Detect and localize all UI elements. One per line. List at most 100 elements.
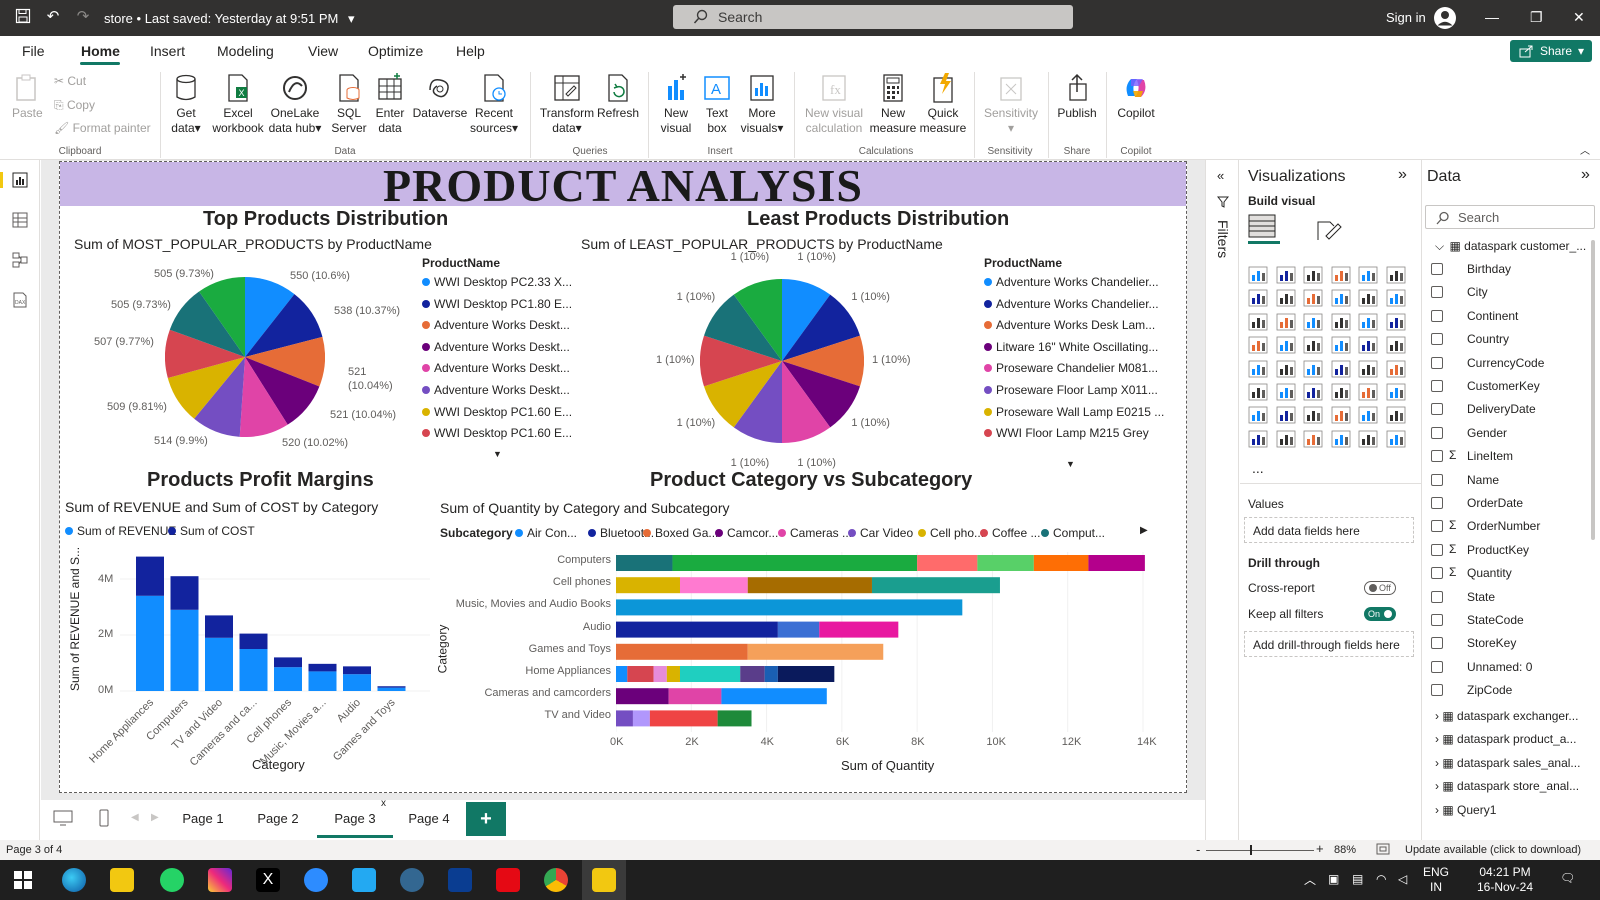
- legend-scroll-down-icon[interactable]: ▼: [493, 449, 502, 459]
- bar-segment[interactable]: [740, 666, 765, 682]
- visual-type-icon[interactable]: [1248, 430, 1268, 448]
- close-tab-icon[interactable]: x: [381, 798, 386, 809]
- field-checkbox[interactable]: [1431, 660, 1443, 673]
- values-field-well[interactable]: Add data fields here: [1244, 517, 1414, 543]
- report-view-icon[interactable]: [0, 172, 28, 188]
- visual-type-icon[interactable]: [1386, 266, 1406, 284]
- get-data-button[interactable]: Get data▾: [166, 72, 206, 136]
- legend-item[interactable]: Adventure Works Deskt...: [422, 383, 570, 397]
- bar-segment[interactable]: [747, 577, 872, 594]
- field-checkbox[interactable]: [1431, 380, 1443, 392]
- legend-item[interactable]: Comput...: [1041, 526, 1105, 540]
- field-checkbox[interactable]: [1431, 333, 1443, 346]
- visual-type-icon[interactable]: [1276, 383, 1296, 401]
- field-item[interactable]: Σ LineItem: [1431, 448, 1513, 463]
- bar-segment[interactable]: [666, 666, 680, 682]
- x-twitter-icon[interactable]: X: [256, 868, 280, 892]
- zoom-out-icon[interactable]: -: [1196, 842, 1200, 857]
- text-box-button[interactable]: A Text box: [698, 72, 736, 136]
- language-indicator[interactable]: ENG IN: [1420, 865, 1452, 895]
- zoom-in-icon[interactable]: +: [1316, 841, 1324, 856]
- visual-type-icon[interactable]: [1358, 430, 1378, 448]
- visual-type-icon[interactable]: [1358, 266, 1378, 284]
- bar-segment[interactable]: [1088, 555, 1145, 571]
- prev-page-icon[interactable]: ◀: [131, 812, 139, 823]
- bar-segment[interactable]: [616, 643, 748, 660]
- refresh-button[interactable]: Refresh: [596, 72, 640, 121]
- bar-segment[interactable]: [616, 710, 633, 727]
- visual-type-icon[interactable]: [1248, 336, 1268, 354]
- field-item[interactable]: City: [1431, 285, 1488, 299]
- legend-item[interactable]: Adventure Works Desk Lam...: [984, 318, 1155, 332]
- cat-sub-chart[interactable]: [616, 552, 1156, 752]
- visual-type-icon[interactable]: [1358, 313, 1378, 331]
- chrome-icon[interactable]: [544, 868, 568, 892]
- visual-type-icon[interactable]: [1276, 289, 1296, 307]
- bar-segment[interactable]: [777, 621, 820, 638]
- visual-type-icon[interactable]: [1331, 266, 1351, 284]
- legend-item[interactable]: Proseware Wall Lamp E0215 ...: [984, 405, 1164, 419]
- visual-type-icon[interactable]: [1331, 289, 1351, 307]
- bar-segment[interactable]: [679, 577, 748, 594]
- visual-type-icon[interactable]: [1386, 406, 1406, 424]
- field-item[interactable]: CustomerKey: [1431, 379, 1540, 393]
- keep-filters-toggle[interactable]: On: [1364, 607, 1396, 621]
- format-visual-tab[interactable]: [1316, 218, 1342, 245]
- visual-type-icon[interactable]: [1248, 289, 1268, 307]
- data-search-input[interactable]: Search: [1425, 205, 1595, 229]
- field-checkbox[interactable]: [1431, 520, 1443, 533]
- visual-type-icon[interactable]: [1358, 383, 1378, 401]
- bar-segment[interactable]: [170, 576, 199, 610]
- field-checkbox[interactable]: [1431, 567, 1443, 580]
- next-page-icon[interactable]: ▶: [151, 812, 159, 823]
- top-products-pie[interactable]: [165, 277, 325, 437]
- bar-segment[interactable]: [274, 667, 302, 691]
- legend-item[interactable]: Adventure Works Deskt...: [422, 318, 570, 332]
- filters-pane-collapsed[interactable]: « Filters: [1205, 160, 1239, 840]
- legend-item[interactable]: Proseware Floor Lamp X011...: [984, 383, 1158, 397]
- field-checkbox[interactable]: [1431, 403, 1443, 416]
- visual-type-icon[interactable]: [1358, 406, 1378, 424]
- field-item[interactable]: Country: [1431, 332, 1509, 346]
- visual-type-icon[interactable]: [1386, 360, 1406, 378]
- field-checkbox[interactable]: [1431, 263, 1443, 275]
- bar-segment[interactable]: [616, 555, 673, 571]
- fit-to-page-icon[interactable]: [1376, 843, 1390, 858]
- field-item[interactable]: OrderDate: [1431, 496, 1523, 510]
- add-page-button[interactable]: +: [466, 802, 506, 836]
- desktop-layout-icon[interactable]: [53, 810, 73, 829]
- bar-segment[interactable]: [239, 649, 268, 691]
- legend-item[interactable]: Adventure Works Deskt...: [422, 361, 570, 375]
- bar-segment[interactable]: [679, 666, 741, 682]
- visual-type-icon[interactable]: [1331, 336, 1351, 354]
- new-visual-calculation-button[interactable]: fx New visual calculation: [800, 72, 868, 136]
- format-painter-button[interactable]: 🖌 Format painter: [54, 121, 151, 135]
- legend-item[interactable]: Adventure Works Chandelier...: [984, 275, 1159, 289]
- recent-sources-button[interactable]: Recent sources▾: [468, 72, 520, 136]
- bar-segment[interactable]: [308, 663, 337, 672]
- visual-type-icon[interactable]: [1276, 336, 1296, 354]
- bar-segment[interactable]: [977, 555, 1034, 571]
- build-visual-tab[interactable]: [1248, 214, 1280, 244]
- menu-view[interactable]: View: [308, 43, 338, 59]
- sql-server-button[interactable]: SQL Server: [331, 72, 367, 136]
- whatsapp-icon[interactable]: [160, 868, 184, 892]
- more-visuals-button[interactable]: More visuals▾: [738, 72, 786, 136]
- share-button[interactable]: Share ▾: [1510, 40, 1592, 62]
- wifi-icon[interactable]: ◠: [1376, 872, 1386, 887]
- legend-item[interactable]: Air Con...: [515, 526, 577, 540]
- visual-type-icon[interactable]: [1386, 383, 1406, 401]
- legend-item[interactable]: Adventure Works Deskt...: [422, 340, 570, 354]
- search-box[interactable]: Search: [673, 5, 1073, 29]
- collapse-ribbon-icon[interactable]: ︿: [1580, 142, 1590, 157]
- instagram-icon[interactable]: [208, 868, 232, 892]
- visual-type-icon[interactable]: [1276, 360, 1296, 378]
- sensitivity-button[interactable]: Sensitivity ▾: [978, 72, 1044, 136]
- visual-type-icon[interactable]: [1303, 336, 1323, 354]
- visual-type-icon[interactable]: [1248, 313, 1268, 331]
- enter-data-button[interactable]: Enter data: [372, 72, 408, 136]
- bar-segment[interactable]: [672, 555, 918, 571]
- vscode-icon[interactable]: [352, 868, 376, 892]
- mysql-workbench-icon[interactable]: [448, 868, 472, 892]
- visual-type-icon[interactable]: [1331, 313, 1351, 331]
